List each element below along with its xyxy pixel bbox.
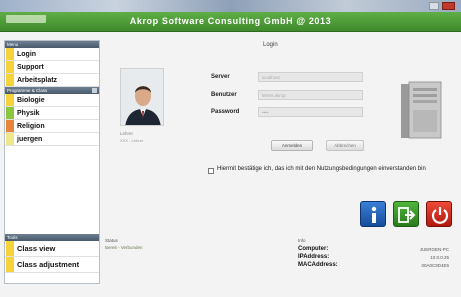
sidebar-item-physik[interactable]: Physik (5, 107, 99, 120)
sidebar-section-title: Menu (7, 42, 19, 47)
server-icon (399, 80, 443, 142)
user-subtitle: XXX - Lehrer (120, 138, 144, 143)
password-input[interactable]: •••• (258, 107, 363, 117)
info-icon (371, 206, 377, 223)
sidebar-item-religion[interactable]: Religion (5, 120, 99, 133)
mac-value: 00A0C9D4E6 (421, 263, 449, 268)
sidebar-item-arbeitsplatz[interactable]: Arbeitsplatz (5, 74, 99, 87)
user-role-label: Lehrer (120, 131, 134, 136)
ip-label: IPAddress: (298, 254, 330, 260)
exit-button[interactable] (393, 201, 419, 227)
username-label: Benutzer (211, 92, 237, 98)
avatar (120, 68, 164, 126)
ip-value: 10.0.0.25 (430, 255, 449, 260)
application-window: Akrop Software Consulting GmbH @ 2013 Me… (0, 0, 461, 297)
sidebar-section-header-subjects: Programme & Class (5, 87, 99, 94)
mac-label: MACAddress: (298, 262, 338, 268)
status-text: Bereit - Verbunden (105, 245, 143, 250)
sidebar-item-support[interactable]: Support (5, 61, 99, 74)
info-header: Info (298, 238, 306, 243)
computer-value: JUERGEN-PC (419, 247, 449, 252)
terms-checkbox[interactable] (208, 168, 214, 174)
sidebar-item-class-view[interactable]: Class view (5, 241, 99, 257)
collapse-icon[interactable] (92, 88, 97, 93)
sidebar-empty-area (5, 146, 99, 234)
sidebar: Menu Login Support Arbeitsplatz Programm… (4, 40, 100, 284)
desktop-background-strip (0, 0, 461, 12)
password-label: Password (211, 109, 240, 115)
status-label: Status (105, 238, 118, 243)
login-panel: Login Lehrer XXX - Lehrer Server localho… (103, 40, 457, 284)
sidebar-section-title: Programme & Class (7, 88, 48, 93)
power-button[interactable] (426, 201, 452, 227)
cancel-button[interactable]: Abbrechen (326, 140, 364, 151)
tab-login[interactable]: Login (263, 42, 278, 48)
title-bar: Akrop Software Consulting GmbH @ 2013 (0, 12, 461, 32)
sidebar-section-header-main: Menu (5, 41, 99, 48)
power-icon (431, 207, 449, 224)
exit-arrow-icon (398, 207, 416, 223)
sidebar-item-juergen[interactable]: juergen (5, 133, 99, 146)
close-button[interactable] (442, 2, 455, 10)
sidebar-item-login[interactable]: Login (5, 48, 99, 61)
sidebar-item-class-adjustment[interactable]: Class adjustment (5, 257, 99, 273)
login-button[interactable]: Anmelden (271, 140, 313, 151)
server-label: Server (211, 74, 230, 80)
sidebar-item-biologie[interactable]: Biologie (5, 94, 99, 107)
terms-label: Hiermit bestätige ich, das ich mit den N… (217, 166, 426, 172)
window-title: Akrop Software Consulting GmbH @ 2013 (129, 16, 332, 26)
server-input[interactable]: localhost (258, 72, 363, 82)
info-button[interactable] (360, 201, 386, 227)
minimize-button[interactable] (429, 2, 439, 10)
username-input[interactable]: lehrer.akrop (258, 90, 363, 100)
computer-label: Computer: (298, 246, 329, 252)
sidebar-section-header-tools: Tools (5, 234, 99, 241)
sidebar-section-title: Tools (7, 235, 18, 240)
